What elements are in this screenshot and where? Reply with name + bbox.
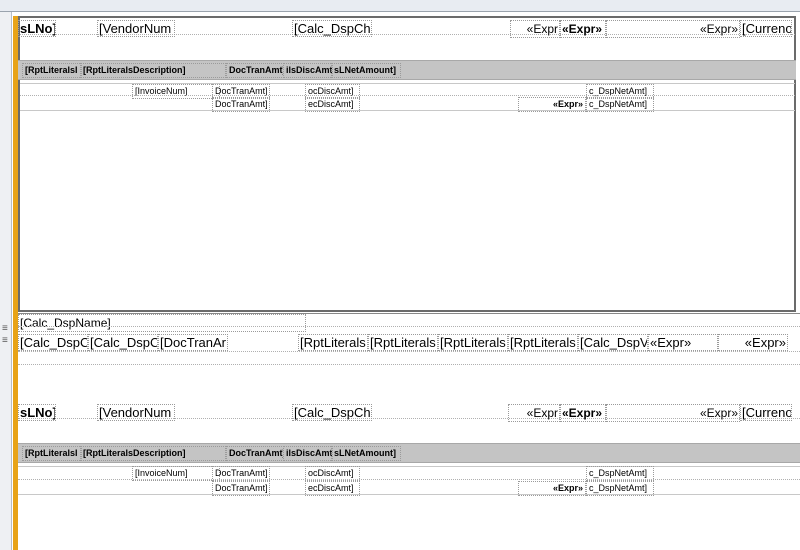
expr-field-b[interactable]: «Expr» <box>560 404 606 422</box>
vendor-num-field[interactable]: [VendorNum <box>97 20 175 37</box>
footer-line <box>18 326 800 327</box>
grip-lines-icon[interactable]: ≡ <box>2 336 8 346</box>
expr-field-a[interactable]: «Expr <box>510 20 560 38</box>
grip-lines-icon[interactable]: ≡ <box>2 324 8 334</box>
detail-divider <box>18 494 800 495</box>
disc-amt-header[interactable]: ilsDiscAmt] <box>283 63 333 78</box>
expr-field-c[interactable]: «Expr» <box>606 20 740 38</box>
expr-field-b[interactable]: «Expr» <box>560 20 606 38</box>
net-amount-header[interactable]: sLNetAmount] <box>331 63 401 78</box>
detail-divider <box>20 110 795 111</box>
expr-total-field-1[interactable]: «Expr» <box>648 334 718 351</box>
calc-dsp-total-field-3[interactable]: [Calc_DspV <box>578 334 648 351</box>
rpt-literals-field[interactable]: [RptLiteralsI <box>22 63 82 78</box>
rpt-literals-total-field-1[interactable]: [RptLiterals <box>298 334 368 351</box>
calc-dsp-total-field-1[interactable]: [Calc_DspC <box>18 334 88 351</box>
doc-tran-amt-header[interactable]: DocTranAmt] <box>226 63 284 78</box>
doc-tran-amt-header[interactable]: DocTranAmt] <box>226 446 284 461</box>
calc-dsp-ch-field[interactable]: [Calc_DspCh <box>292 404 372 421</box>
rpt-literals-description-field[interactable]: [RptLiteralsDescription] <box>80 446 226 461</box>
calc-dsp-name-field[interactable]: [Calc_DspName] <box>18 314 306 332</box>
sl-no-field[interactable]: sLNo] <box>18 404 56 421</box>
footer-line <box>18 364 800 365</box>
vendor-num-field[interactable]: [VendorNum <box>97 404 175 421</box>
rpt-literals-total-field-2[interactable]: [RptLiterals <box>368 334 438 351</box>
footer-line <box>18 351 800 352</box>
net-amount-header[interactable]: sLNetAmount] <box>331 446 401 461</box>
calc-dsp-total-field-2[interactable]: [Calc_DspC <box>88 334 158 351</box>
disc-amt-header[interactable]: ilsDiscAmt] <box>283 446 333 461</box>
rpt-literals-field[interactable]: [RptLiteralsI <box>22 446 82 461</box>
expr-total-field-2[interactable]: «Expr» <box>718 334 788 351</box>
calc-dsp-ch-field[interactable]: [Calc_DspCh <box>292 20 372 37</box>
expr-field-c[interactable]: «Expr» <box>606 404 740 422</box>
rpt-literals-total-field-3[interactable]: [RptLiterals <box>438 334 508 351</box>
currency-field[interactable]: [Curreno <box>740 404 792 421</box>
designer-left-gutter <box>0 12 12 550</box>
sl-no-field[interactable]: sLNo] <box>18 20 56 37</box>
currency-field[interactable]: [Curreno <box>740 20 792 37</box>
designer-top-strip <box>0 0 800 12</box>
rpt-literals-description-field[interactable]: [RptLiteralsDescription] <box>80 63 226 78</box>
doc-tran-total-field[interactable]: [DocTranAr <box>158 334 228 351</box>
invoice-num-field[interactable]: [InvoiceNum] <box>132 84 220 99</box>
detail-row-line <box>18 479 800 480</box>
rpt-literals-total-field-4[interactable]: [RptLiterals <box>508 334 578 351</box>
detail-row-line <box>20 95 795 96</box>
expr-field-a[interactable]: «Expr <box>508 404 560 422</box>
